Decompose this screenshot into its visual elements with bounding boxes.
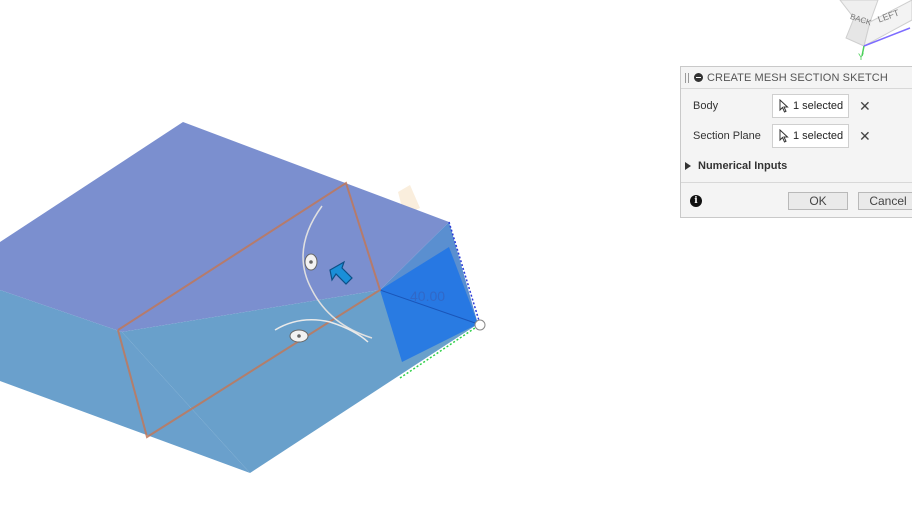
viewcube-y-axis-label: Y bbox=[858, 52, 864, 62]
view-cube[interactable]: BACK LEFT Y bbox=[830, 0, 912, 62]
panel-footer: i OK Cancel bbox=[681, 182, 912, 219]
create-mesh-section-sketch-panel: CREATE MESH SECTION SKETCH Body 1 select… bbox=[680, 66, 912, 218]
body-selection-value: 1 selected bbox=[793, 100, 844, 112]
panel-title: CREATE MESH SECTION SKETCH bbox=[707, 71, 888, 84]
end-point-handle[interactable] bbox=[474, 319, 486, 331]
section-plane-label: Section Plane bbox=[693, 130, 761, 142]
panel-header[interactable]: CREATE MESH SECTION SKETCH bbox=[681, 67, 912, 89]
cancel-button[interactable]: Cancel bbox=[858, 192, 912, 210]
cursor-select-icon bbox=[779, 129, 789, 143]
expand-triangle-icon bbox=[685, 162, 691, 170]
info-icon[interactable]: i bbox=[690, 195, 702, 207]
drag-grip-icon[interactable] bbox=[685, 72, 689, 83]
section-plane-selection-field[interactable]: 1 selected bbox=[772, 124, 849, 148]
body-row: Body 1 selected ✕ bbox=[681, 93, 912, 119]
body-selection-field[interactable]: 1 selected bbox=[772, 94, 849, 118]
body-label: Body bbox=[693, 100, 719, 112]
collapse-icon[interactable] bbox=[694, 73, 703, 82]
section-plane-row: Section Plane 1 selected ✕ bbox=[681, 123, 912, 149]
clear-body-selection-icon[interactable]: ✕ bbox=[859, 99, 871, 113]
ok-button[interactable]: OK bbox=[788, 192, 848, 210]
numerical-inputs-label: Numerical Inputs bbox=[698, 160, 788, 172]
cursor-select-icon bbox=[779, 99, 789, 113]
dimension-label[interactable]: 40.00 bbox=[410, 288, 445, 304]
section-plane-selection-value: 1 selected bbox=[793, 130, 844, 142]
numerical-inputs-toggle[interactable]: Numerical Inputs bbox=[685, 160, 787, 172]
clear-section-plane-selection-icon[interactable]: ✕ bbox=[859, 129, 871, 143]
